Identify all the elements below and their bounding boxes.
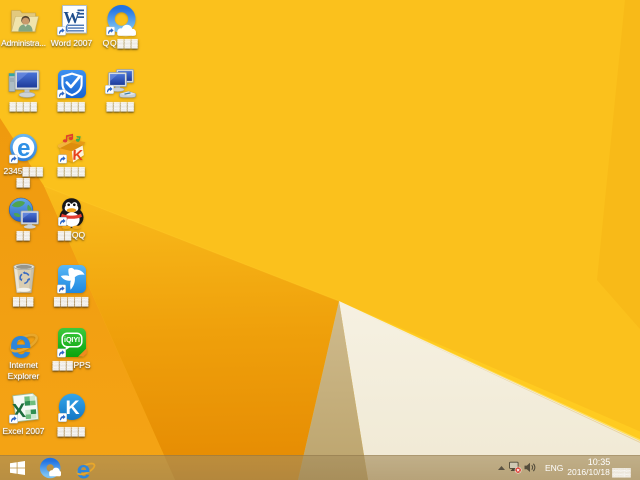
svg-text:iQIYI: iQIYI	[64, 335, 80, 344]
svg-text:e: e	[9, 327, 31, 359]
svg-text:K: K	[72, 148, 84, 164]
svg-text:e: e	[17, 135, 30, 162]
svg-text:K: K	[65, 397, 79, 419]
svg-text:e: e	[77, 459, 91, 479]
